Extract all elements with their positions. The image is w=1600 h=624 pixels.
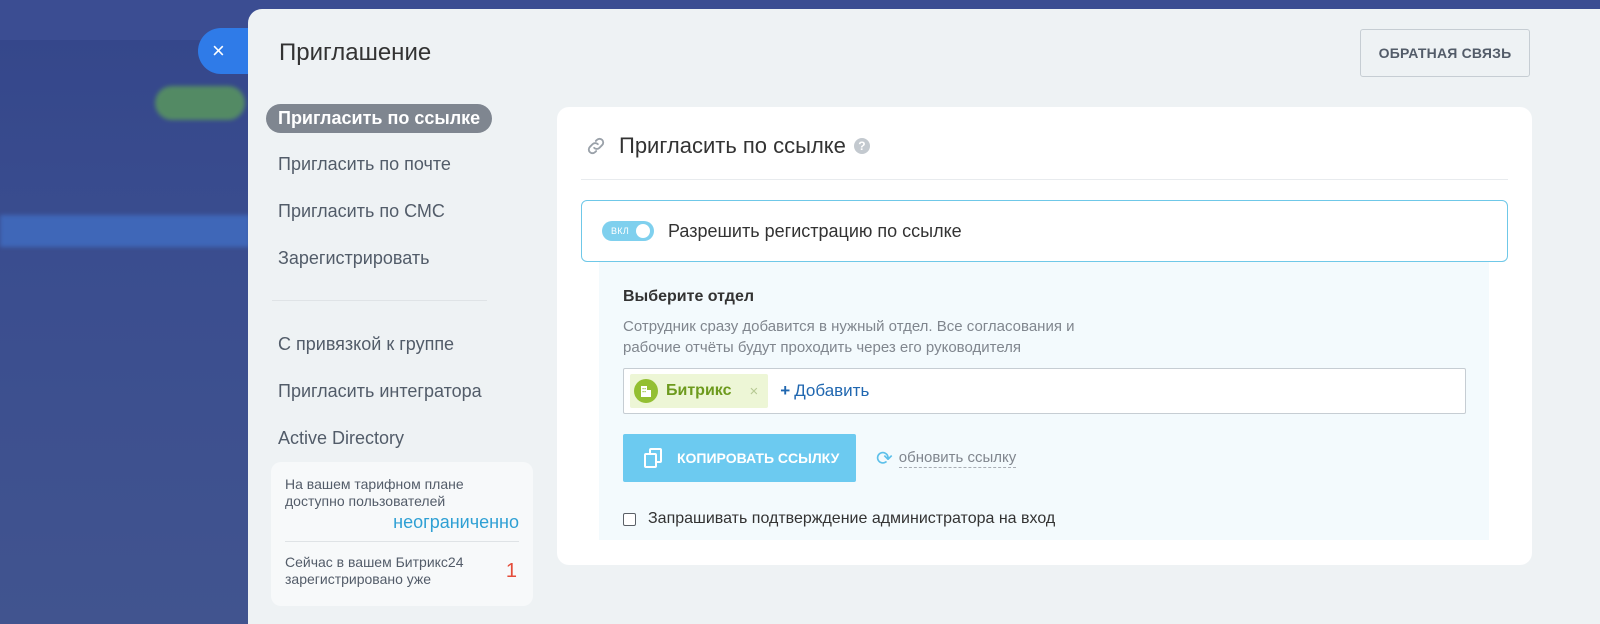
department-selector[interactable]: Битрикс × + Добавить — [623, 368, 1466, 414]
department-tag[interactable]: Битрикс × — [630, 374, 769, 408]
background-button — [155, 86, 245, 120]
copy-icon — [644, 448, 662, 468]
plan-info-box: На вашем тарифном плане доступно пользов… — [271, 462, 533, 606]
plus-icon: + — [780, 381, 791, 400]
help-icon[interactable]: ? — [853, 138, 870, 154]
sidebar-nav: Пригласить по ссылке Пригласить по почте… — [266, 104, 536, 470]
sidebar-item-invite-link[interactable]: Пригласить по ссылке — [266, 104, 493, 133]
toggle-state-label: ВКЛ — [611, 226, 630, 236]
plan-registered-text: Сейчас в вашем Битрикс24 зарегистрирован… — [285, 554, 464, 587]
registration-toggle-row: ВКЛ Разрешить регистрацию по ссылке — [581, 200, 1508, 262]
refresh-icon: ⟳ — [876, 447, 893, 470]
department-section: Выберите отдел Сотрудник сразу добавится… — [599, 262, 1489, 540]
sidebar-item-integrator[interactable]: Пригласить интегратора — [266, 376, 494, 407]
sidebar-item-invite-email[interactable]: Пригласить по почте — [266, 149, 463, 180]
card-title: Пригласить по ссылке — [619, 133, 846, 158]
registration-toggle[interactable]: ВКЛ — [602, 221, 654, 241]
background-selected-row — [0, 215, 250, 247]
card-divider — [581, 179, 1508, 180]
admin-confirm-checkbox[interactable] — [623, 512, 636, 526]
sidebar-item-invite-sms[interactable]: Пригласить по СМС — [266, 196, 457, 227]
invite-panel: Приглашение ОБРАТНАЯ СВЯЗЬ Пригласить по… — [248, 9, 1600, 624]
department-tag-label: Битрикс — [666, 382, 732, 399]
copy-link-label: КОПИРОВАТЬ ССЫЛКУ — [677, 450, 840, 466]
refresh-link-label: обновить ссылку — [898, 448, 1017, 468]
link-icon — [587, 137, 605, 155]
invite-link-card: Пригласить по ссылке ? ВКЛ Разрешить рег… — [557, 107, 1532, 565]
plan-available-value: неограниченно — [393, 512, 519, 532]
tag-remove-icon[interactable]: × — [749, 383, 758, 400]
plan-divider — [285, 541, 519, 542]
close-icon: × — [212, 38, 225, 63]
plan-registered-count: 1 — [505, 559, 517, 582]
plan-available-text: На вашем тарифном плане доступно пользов… — [285, 476, 464, 509]
copy-link-button[interactable]: КОПИРОВАТЬ ССЫЛКУ — [623, 434, 856, 482]
building-icon — [634, 379, 658, 403]
toggle-knob — [636, 224, 650, 238]
sidebar-item-group[interactable]: С привязкой к группе — [266, 329, 466, 360]
toggle-label: Разрешить регистрацию по ссылке — [668, 220, 962, 241]
sidebar-item-register[interactable]: Зарегистрировать — [266, 243, 441, 274]
department-title: Выберите отдел — [623, 288, 755, 305]
refresh-link[interactable]: ⟳ обновить ссылку — [876, 446, 1017, 471]
sidebar-item-active-directory[interactable]: Active Directory — [266, 423, 416, 454]
page-title: Приглашение — [279, 39, 432, 66]
add-department-label: Добавить — [794, 381, 870, 400]
sidebar-divider — [272, 300, 487, 301]
department-description: Сотрудник сразу добавится в нужный отдел… — [623, 318, 1075, 356]
close-button[interactable]: × — [198, 28, 254, 74]
add-department-link[interactable]: + Добавить — [780, 381, 869, 401]
admin-confirm-label: Запрашивать подтверждение администратора… — [648, 510, 1056, 527]
feedback-button[interactable]: ОБРАТНАЯ СВЯЗЬ — [1360, 29, 1530, 77]
